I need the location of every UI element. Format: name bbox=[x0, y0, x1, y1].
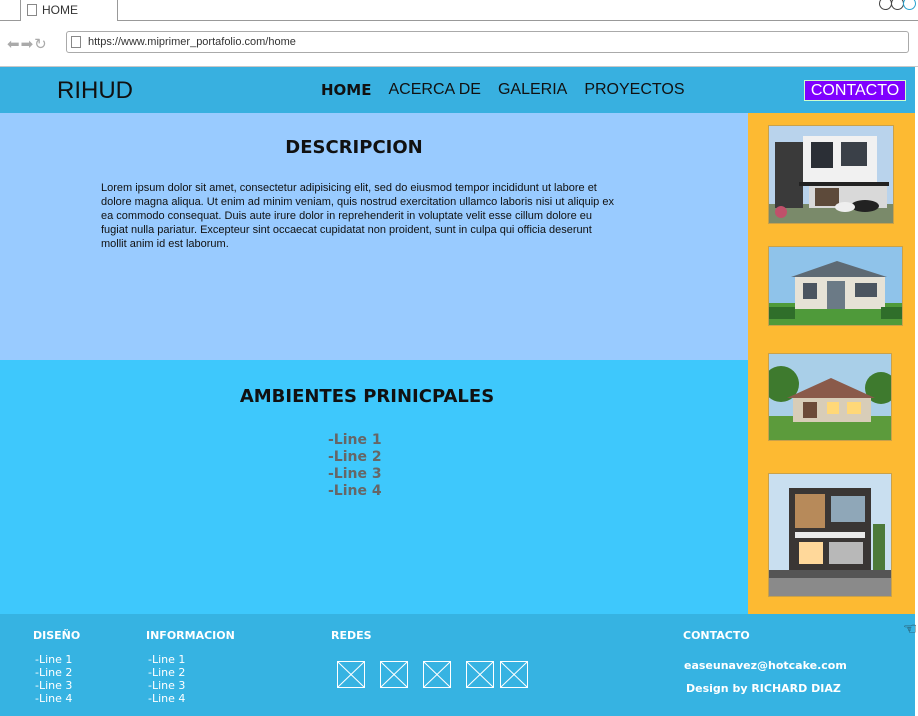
gallery-sidebar bbox=[748, 113, 915, 614]
site-footer: DISEÑO -Line 1 -Line 2 -Line 3 -Line 4 I… bbox=[0, 614, 915, 716]
social-placeholder-icon[interactable] bbox=[380, 661, 408, 688]
list-item: -Line 1 bbox=[328, 432, 382, 448]
footer-link[interactable]: -Line 4 bbox=[35, 692, 72, 705]
tab-strip-line bbox=[0, 20, 918, 21]
nav-arrows-icon[interactable]: ⬅➡↻ bbox=[7, 36, 48, 53]
footer-diseno-list: -Line 1 -Line 2 -Line 3 -Line 4 bbox=[35, 653, 72, 705]
house-photo-1[interactable] bbox=[768, 125, 894, 224]
social-placeholder-icon[interactable] bbox=[500, 661, 528, 688]
page-icon bbox=[71, 36, 81, 48]
ambientes-list: -Line 1 -Line 2 -Line 3 -Line 4 bbox=[328, 432, 382, 500]
footer-informacion-title: INFORMACION bbox=[146, 629, 235, 642]
footer-link[interactable]: -Line 3 bbox=[35, 679, 72, 692]
footer-contacto-title: CONTACTO bbox=[683, 629, 750, 642]
social-placeholder-icon[interactable] bbox=[466, 661, 494, 688]
list-item: -Line 3 bbox=[328, 466, 382, 482]
page-icon bbox=[27, 4, 37, 16]
footer-diseno-title: DISEÑO bbox=[33, 629, 81, 642]
social-placeholder-icon[interactable] bbox=[337, 661, 365, 688]
nav-proyectos[interactable]: PROYECTOS bbox=[584, 81, 684, 99]
description-title: DESCRIPCION bbox=[285, 137, 423, 158]
footer-email[interactable]: easeunavez@hotcake.com bbox=[684, 659, 847, 672]
url-text: https://www.miprimer_portafolio.com/home bbox=[88, 36, 296, 48]
footer-link[interactable]: -Line 2 bbox=[35, 666, 72, 679]
contact-button[interactable]: CONTACTO bbox=[804, 80, 906, 101]
nav-galeria[interactable]: GALERIA bbox=[498, 81, 567, 99]
footer-redes-title: REDES bbox=[331, 629, 372, 642]
address-bar[interactable]: https://www.miprimer_portafolio.com/home bbox=[66, 31, 909, 53]
list-item: -Line 2 bbox=[328, 449, 382, 465]
browser-tab[interactable]: HOME bbox=[20, 0, 118, 21]
house-photo-4[interactable] bbox=[768, 473, 892, 597]
description-section: DESCRIPCION Lorem ipsum dolor sit amet, … bbox=[0, 113, 748, 360]
house-photo-2[interactable] bbox=[768, 246, 903, 326]
footer-link[interactable]: -Line 1 bbox=[148, 653, 185, 666]
window-controls bbox=[879, 0, 916, 10]
window-circle-icon[interactable] bbox=[891, 0, 904, 10]
nav-home[interactable]: HOME bbox=[321, 81, 371, 99]
house-photo-3[interactable] bbox=[768, 353, 892, 441]
nav-acerca-de[interactable]: ACERCA DE bbox=[388, 81, 480, 99]
browser-nav-buttons[interactable]: ⬅➡↻ bbox=[7, 35, 48, 53]
social-placeholder-icon[interactable] bbox=[423, 661, 451, 688]
window-circle-icon[interactable] bbox=[903, 0, 916, 10]
description-text: Lorem ipsum dolor sit amet, consectetur … bbox=[101, 182, 614, 250]
hand-cursor-icon: ☜ bbox=[903, 621, 918, 638]
footer-link[interactable]: -Line 2 bbox=[148, 666, 185, 679]
ambientes-section: AMBIENTES PRINICPALES -Line 1 -Line 2 -L… bbox=[0, 360, 748, 614]
ambientes-title: AMBIENTES PRINICPALES bbox=[239, 386, 495, 407]
main-nav: HOME ACERCA DE GALERIA PROYECTOS bbox=[321, 81, 701, 99]
browser-chrome: HOME ⬅➡↻ https://www.miprimer_portafolio… bbox=[0, 0, 918, 67]
footer-credit: Design by RICHARD DIAZ bbox=[686, 682, 841, 695]
site-header: RIHUD HOME ACERCA DE GALERIA PROYECTOS C… bbox=[0, 67, 915, 113]
footer-link[interactable]: -Line 3 bbox=[148, 679, 185, 692]
footer-link[interactable]: -Line 1 bbox=[35, 653, 72, 666]
tab-title: HOME bbox=[42, 3, 78, 17]
window-circle-icon[interactable] bbox=[879, 0, 892, 10]
footer-informacion-list: -Line 1 -Line 2 -Line 3 -Line 4 bbox=[148, 653, 185, 705]
social-icons bbox=[337, 661, 543, 688]
footer-link[interactable]: -Line 4 bbox=[148, 692, 185, 705]
site-logo[interactable]: RIHUD bbox=[57, 77, 133, 105]
list-item: -Line 4 bbox=[328, 483, 382, 499]
